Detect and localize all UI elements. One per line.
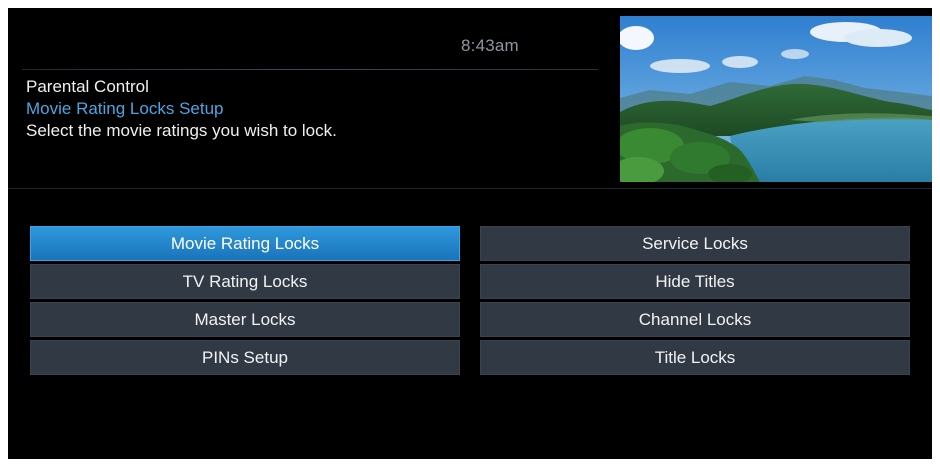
menu-channel-locks-button[interactable]: Channel Locks xyxy=(480,302,910,337)
menu-master-locks-button[interactable]: Master Locks xyxy=(30,302,460,337)
menu-service-locks-button[interactable]: Service Locks xyxy=(480,226,910,261)
header-divider xyxy=(22,69,598,70)
instruction-text: Select the movie ratings you wish to loc… xyxy=(26,121,337,140)
menu-tv-rating-locks-button[interactable]: TV Rating Locks xyxy=(30,264,460,299)
live-tv-preview xyxy=(620,16,932,182)
menu-pins-setup-button[interactable]: PINs Setup xyxy=(30,340,460,375)
clock: 8:43am xyxy=(461,36,519,55)
tv-guide-screen: 8:43am Parental Control Movie Rating Loc… xyxy=(8,8,932,459)
section-divider xyxy=(8,188,932,189)
menu-movie-rating-locks-button[interactable]: Movie Rating Locks xyxy=(30,226,460,261)
section-title: Parental Control xyxy=(26,77,149,96)
menu-hide-titles-button[interactable]: Hide Titles xyxy=(480,264,910,299)
info-panel: Parental Control Movie Rating Locks Setu… xyxy=(26,76,337,142)
screen-subtitle: Movie Rating Locks Setup xyxy=(26,99,224,118)
parental-control-menu: Movie Rating Locks Service Locks TV Rati… xyxy=(30,226,910,375)
preview-landscape-image xyxy=(620,16,932,182)
menu-title-locks-button[interactable]: Title Locks xyxy=(480,340,910,375)
